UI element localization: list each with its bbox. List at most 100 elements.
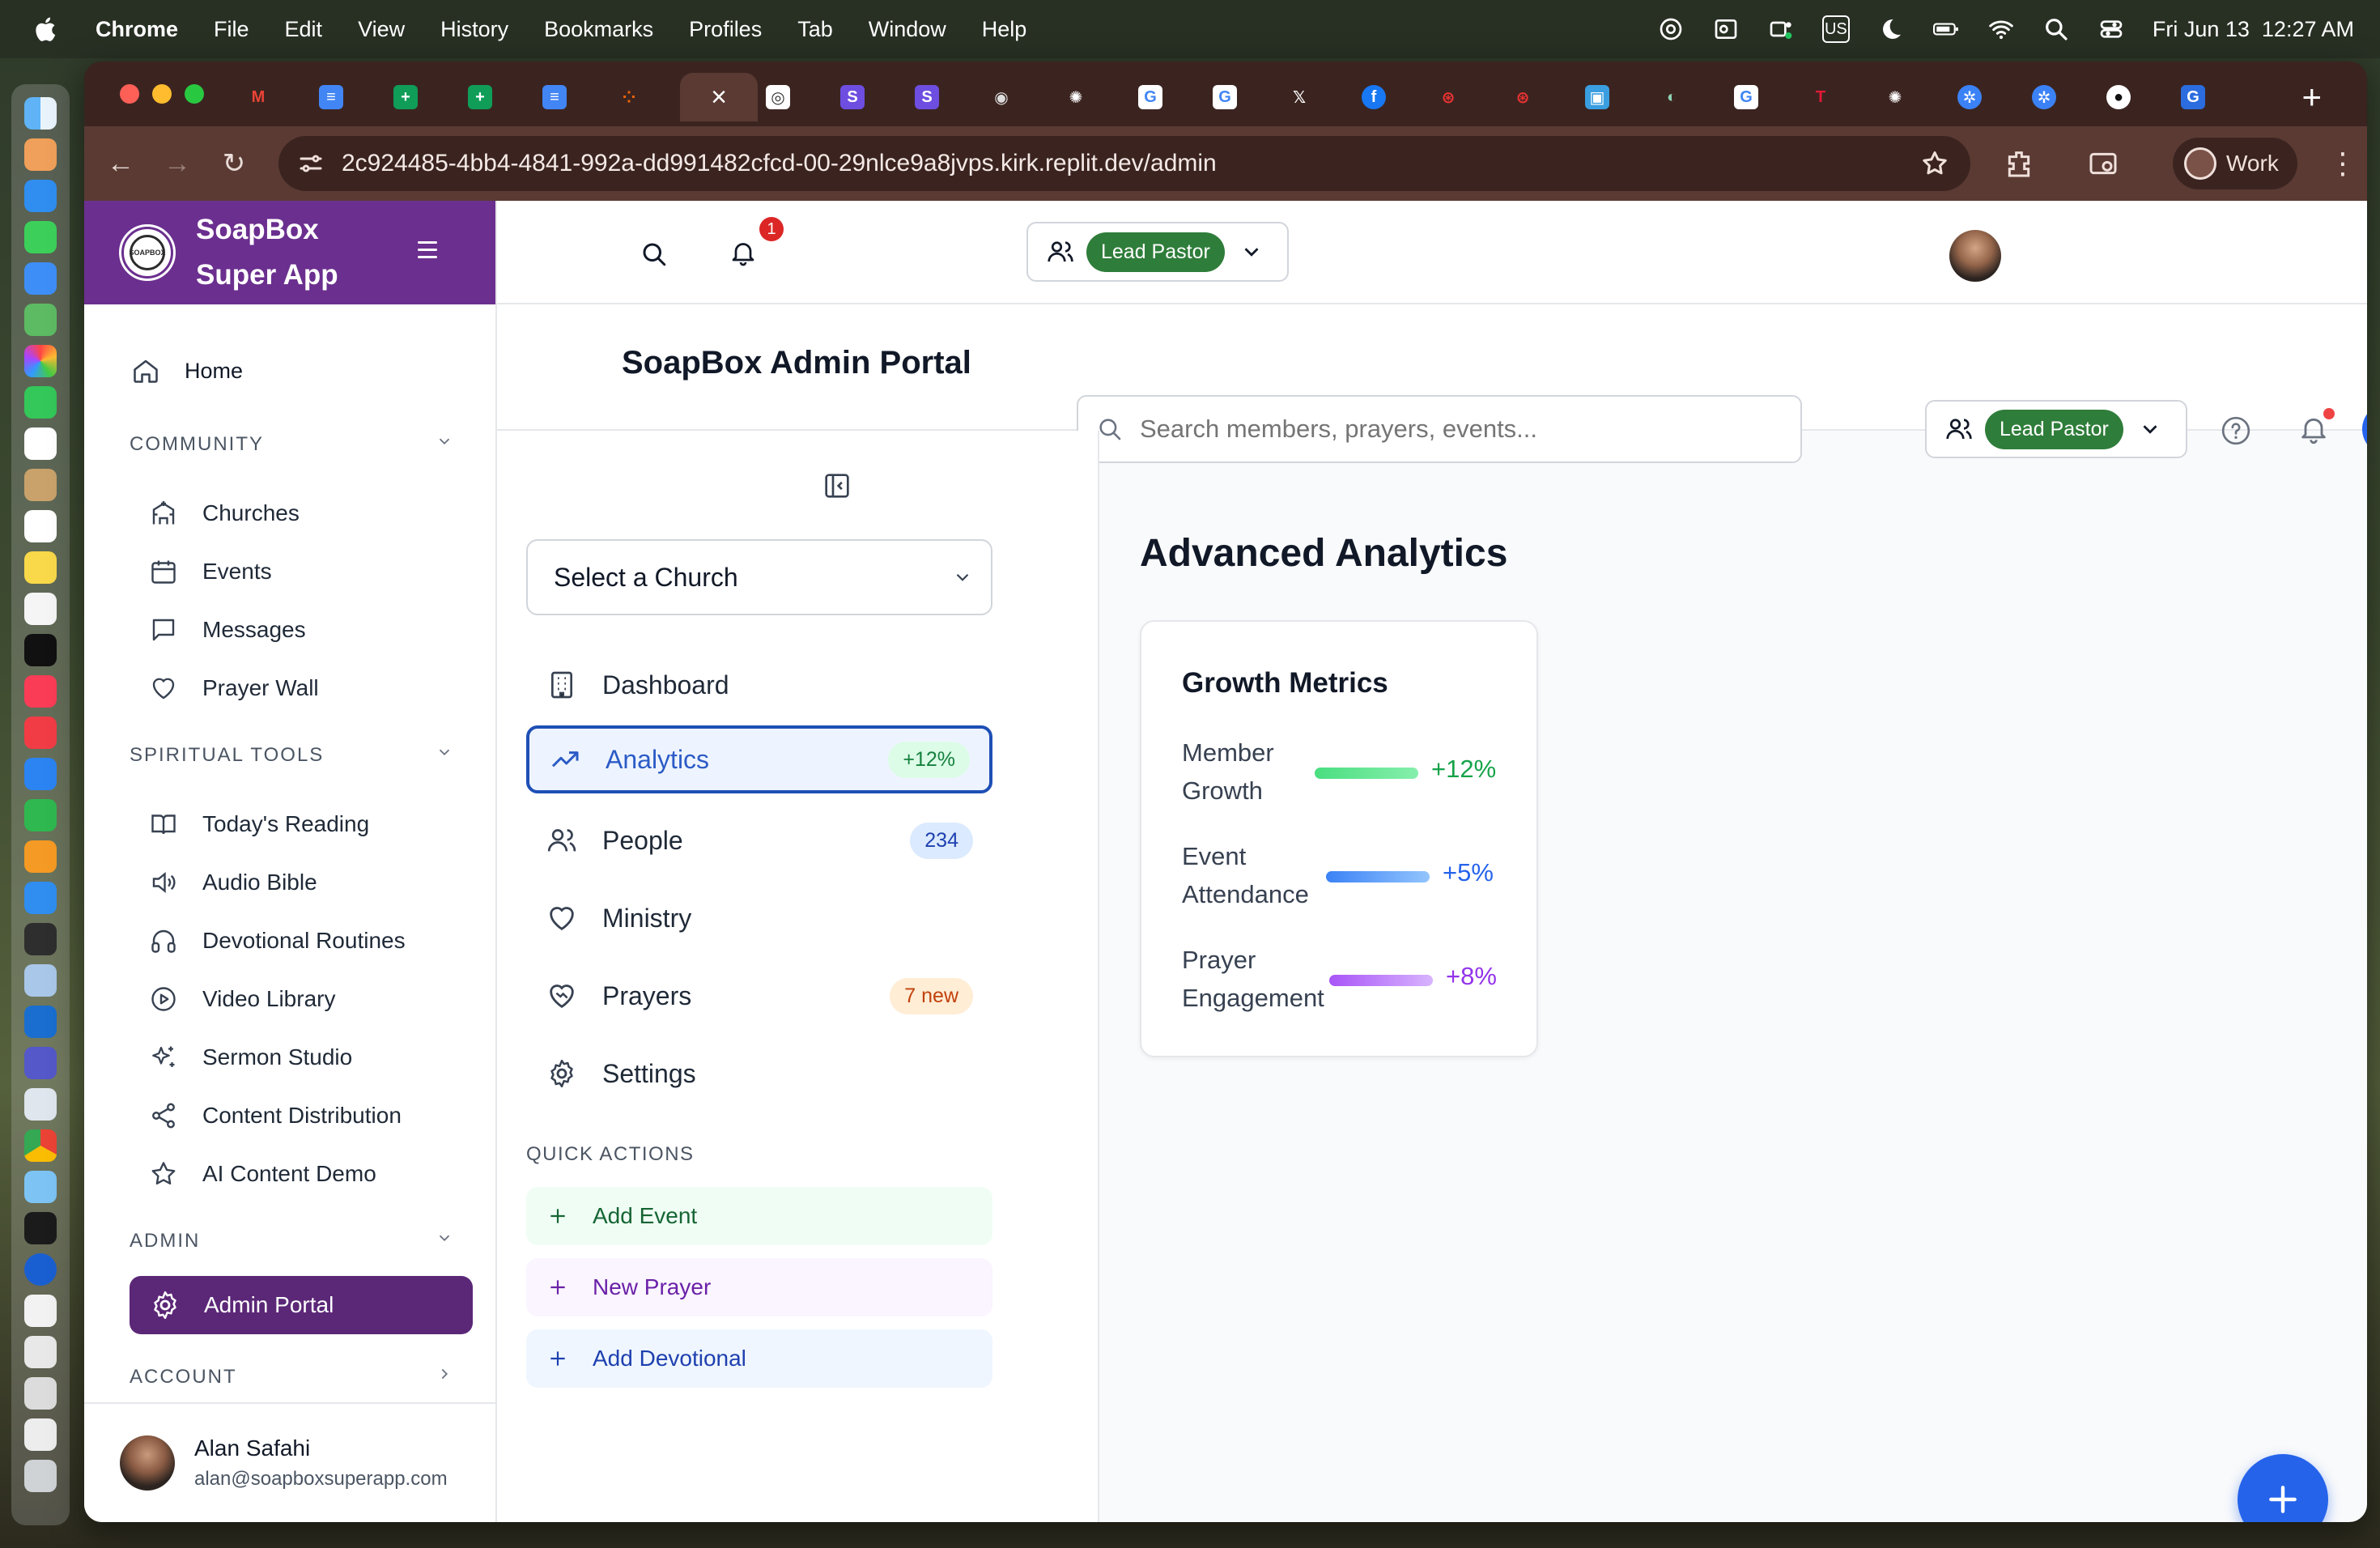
admin-nav-prayers[interactable]: Prayers 7 new	[526, 962, 992, 1030]
section-account[interactable]: ACCOUNT	[130, 1365, 453, 1389]
dock-messages-icon[interactable]	[24, 221, 57, 253]
admin-search-field[interactable]	[1077, 395, 1802, 463]
sidebar-item-churches[interactable]: Churches	[147, 497, 300, 529]
dock-facetime-icon[interactable]	[24, 386, 57, 419]
menubar-clock[interactable]: Fri Jun 13 12:27 AM	[2153, 17, 2354, 42]
sidebar-item-video-library[interactable]: Video Library	[147, 983, 335, 1015]
wifi-icon[interactable]	[1987, 15, 2015, 43]
dock-numbers-icon[interactable]	[24, 799, 57, 831]
dock-photos-icon[interactable]	[24, 345, 57, 377]
window-zoom-button[interactable]	[185, 84, 204, 104]
dock-files-icon[interactable]	[24, 1418, 57, 1451]
sidebar-item-messages[interactable]: Messages	[147, 614, 306, 646]
window-minimize-button[interactable]	[152, 84, 172, 104]
menubar-file[interactable]: File	[214, 17, 249, 42]
tab-blue-gear-1[interactable]: ✲	[1933, 73, 2006, 121]
tab-red-app-1[interactable]: ⊛	[1412, 73, 1485, 121]
hamburger-menu-icon[interactable]	[418, 241, 437, 263]
menubar-bookmarks[interactable]: Bookmarks	[544, 17, 653, 42]
dock-news-icon[interactable]	[24, 717, 57, 749]
url-text[interactable]: 2c924485-4bb4-4841-992a-dd991482cfcd-00-…	[342, 150, 1217, 177]
tab-google-sheets-1[interactable]: +	[369, 73, 442, 121]
apple-icon[interactable]	[32, 15, 57, 43]
tab-chatgpt-3[interactable]: ✺	[1859, 73, 1932, 121]
tab-close-icon[interactable]: ×	[711, 82, 727, 113]
dock-notes-icon[interactable]	[24, 551, 57, 584]
menubar-window[interactable]: Window	[869, 17, 946, 42]
menubar-help[interactable]: Help	[982, 17, 1027, 42]
tab-chatgpt-1[interactable]: ◎	[742, 73, 814, 121]
sidebar-item-ai-content-demo[interactable]: AI Content Demo	[147, 1158, 376, 1190]
admin-nav-people[interactable]: People 234	[526, 806, 992, 874]
tab-facebook[interactable]: f	[1337, 73, 1410, 121]
menubar-app-name[interactable]: Chrome	[96, 17, 178, 42]
dock-teams-icon[interactable]	[24, 1047, 57, 1079]
section-admin[interactable]: ADMIN	[130, 1229, 453, 1252]
teams-status-icon[interactable]	[1767, 15, 1795, 43]
dock-screenshot-icon[interactable]	[24, 1377, 57, 1410]
search-input[interactable]	[1140, 415, 1771, 444]
profile-chip[interactable]: Work	[2173, 138, 2297, 189]
menubar-view[interactable]: View	[358, 17, 405, 42]
panel-collapse-icon[interactable]	[821, 470, 853, 502]
dock-document-icon[interactable]	[24, 1295, 57, 1327]
dock-reminders-icon[interactable]	[24, 510, 57, 542]
tab-google-docs-2[interactable]: ≡	[518, 73, 591, 121]
bell-icon[interactable]	[725, 235, 761, 270]
bookmark-star-icon[interactable]	[1920, 149, 1949, 178]
section-spiritual-tools[interactable]: SPIRITUAL TOOLS	[130, 743, 453, 767]
tab-chatgpt-2[interactable]: ✺	[1039, 73, 1112, 121]
tab-green-app[interactable]: ◐	[1635, 73, 1708, 121]
dock-finder-icon[interactable]	[24, 97, 57, 130]
sidebar-item-home[interactable]: Home	[130, 355, 243, 387]
tab-search-icon[interactable]	[2084, 144, 2123, 183]
section-community[interactable]: COMMUNITY	[130, 432, 453, 456]
spotlight-search-icon[interactable]	[2042, 15, 2070, 43]
dock-outlook-icon[interactable]	[24, 1006, 57, 1038]
sidebar-item-sermon-studio[interactable]: Sermon Studio	[147, 1041, 352, 1074]
new-prayer-button[interactable]: New Prayer	[526, 1258, 992, 1316]
church-select[interactable]: Select a Church	[526, 539, 992, 615]
tab-generic-1[interactable]: ◉	[965, 73, 1038, 121]
battery-icon[interactable]	[1932, 15, 1960, 43]
focus-moon-icon[interactable]	[1877, 15, 1905, 43]
new-tab-button[interactable]: +	[2301, 78, 2322, 117]
sidebar-item-audio-bible[interactable]: Audio Bible	[147, 866, 317, 899]
tab-red-app-2[interactable]: ⊛	[1486, 73, 1559, 121]
dock-preview-icon[interactable]	[24, 964, 57, 997]
dock-terminal-icon[interactable]	[24, 1212, 57, 1244]
menubar-edit[interactable]: Edit	[285, 17, 323, 42]
add-devotional-button[interactable]: Add Devotional	[526, 1329, 992, 1388]
sidebar-user-profile[interactable]: Alan Safahi alan@soapboxsuperapp.com	[84, 1402, 497, 1522]
dock-music-icon[interactable]	[24, 675, 57, 708]
dock-calendar-icon[interactable]	[24, 427, 57, 460]
header-avatar[interactable]	[1949, 230, 2001, 282]
tab-g-app[interactable]: G	[2157, 73, 2229, 121]
help-circle-icon[interactable]	[2220, 415, 2252, 447]
admin-nav-analytics[interactable]: Analytics +12%	[526, 725, 992, 793]
tab-github[interactable]: ●	[2082, 73, 2155, 121]
control-center-icon[interactable]	[2097, 15, 2125, 43]
search-icon[interactable]	[636, 236, 672, 272]
dock-keynote-icon[interactable]	[24, 758, 57, 790]
dock-trash-icon[interactable]	[24, 1460, 57, 1492]
sidebar-item-admin-portal[interactable]: Admin Portal	[130, 1276, 473, 1334]
admin-nav-dashboard[interactable]: Dashboard	[526, 651, 992, 719]
tab-google-docs-1[interactable]: ≡	[295, 73, 368, 121]
at-sign-status-icon[interactable]	[1657, 15, 1685, 43]
role-selector-admin[interactable]: Lead Pastor	[1925, 400, 2187, 458]
floating-add-button[interactable]	[2238, 1454, 2328, 1522]
dock-maps-icon[interactable]	[24, 304, 57, 336]
admin-nav-ministry[interactable]: Ministry	[526, 884, 992, 952]
dock-contacts-icon[interactable]	[24, 469, 57, 501]
tab-google-2[interactable]: G	[1188, 73, 1261, 121]
dock-chatgpt-icon[interactable]	[24, 923, 57, 955]
reload-icon[interactable]: ↻	[214, 143, 254, 184]
menubar-history[interactable]: History	[440, 17, 508, 42]
sidebar-item-events[interactable]: Events	[147, 555, 272, 588]
dock-tv-icon[interactable]	[24, 634, 57, 666]
dock-finder2-icon[interactable]	[24, 1171, 57, 1203]
extensions-puzzle-icon[interactable]	[2000, 144, 2038, 183]
tab-replit[interactable]: ⁘	[593, 73, 665, 121]
tab-s-app-2[interactable]: S	[890, 73, 963, 121]
